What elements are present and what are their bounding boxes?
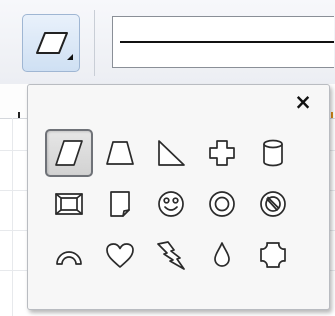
shape-heart[interactable] xyxy=(96,231,144,279)
shape-smiley-face[interactable] xyxy=(147,180,195,228)
smiley-face-icon xyxy=(158,191,184,217)
shape-picker-button[interactable] xyxy=(22,14,80,72)
shape-parallelogram[interactable] xyxy=(45,129,93,177)
teardrop-icon xyxy=(214,242,230,267)
shape-teardrop[interactable] xyxy=(198,231,246,279)
ruler-tick xyxy=(18,112,20,118)
line-style-selector[interactable] xyxy=(112,16,334,68)
cylinder-icon xyxy=(263,139,283,167)
bevel-icon xyxy=(55,193,83,215)
lightning-bolt-icon xyxy=(157,241,185,270)
no-symbol-icon xyxy=(260,191,286,217)
plaque-icon xyxy=(260,242,286,268)
heart-icon xyxy=(106,243,134,268)
right-triangle-icon xyxy=(158,140,185,166)
shape-plaque[interactable] xyxy=(249,231,297,279)
shape-lightning-bolt[interactable] xyxy=(147,231,195,279)
shape-can[interactable] xyxy=(249,129,297,177)
trapezoid-icon xyxy=(106,141,134,165)
donut-icon xyxy=(209,191,235,217)
ruler-tick xyxy=(331,112,333,118)
parallelogram-icon xyxy=(55,140,83,166)
grid-line xyxy=(12,118,13,316)
shape-donut[interactable] xyxy=(198,180,246,228)
toolbar-separator xyxy=(94,10,95,76)
shape-picker-panel: × xyxy=(27,84,330,310)
shape-right-triangle[interactable] xyxy=(147,129,195,177)
shape-plus[interactable] xyxy=(198,129,246,177)
parallelogram-icon xyxy=(36,32,73,60)
solid-line-preview xyxy=(120,41,334,43)
shape-trapezoid[interactable] xyxy=(96,129,144,177)
plus-icon xyxy=(209,140,235,166)
shape-block-arc[interactable] xyxy=(45,231,93,279)
shape-bevel[interactable] xyxy=(45,180,93,228)
shape-no-symbol[interactable] xyxy=(249,180,297,228)
dropdown-arrow-icon xyxy=(67,54,73,60)
folded-corner-icon xyxy=(110,191,130,217)
shape-grid xyxy=(45,129,300,282)
close-button[interactable]: × xyxy=(289,89,317,115)
shape-folded-corner[interactable] xyxy=(96,180,144,228)
toolbar xyxy=(0,0,335,85)
block-arc-icon xyxy=(56,251,82,265)
